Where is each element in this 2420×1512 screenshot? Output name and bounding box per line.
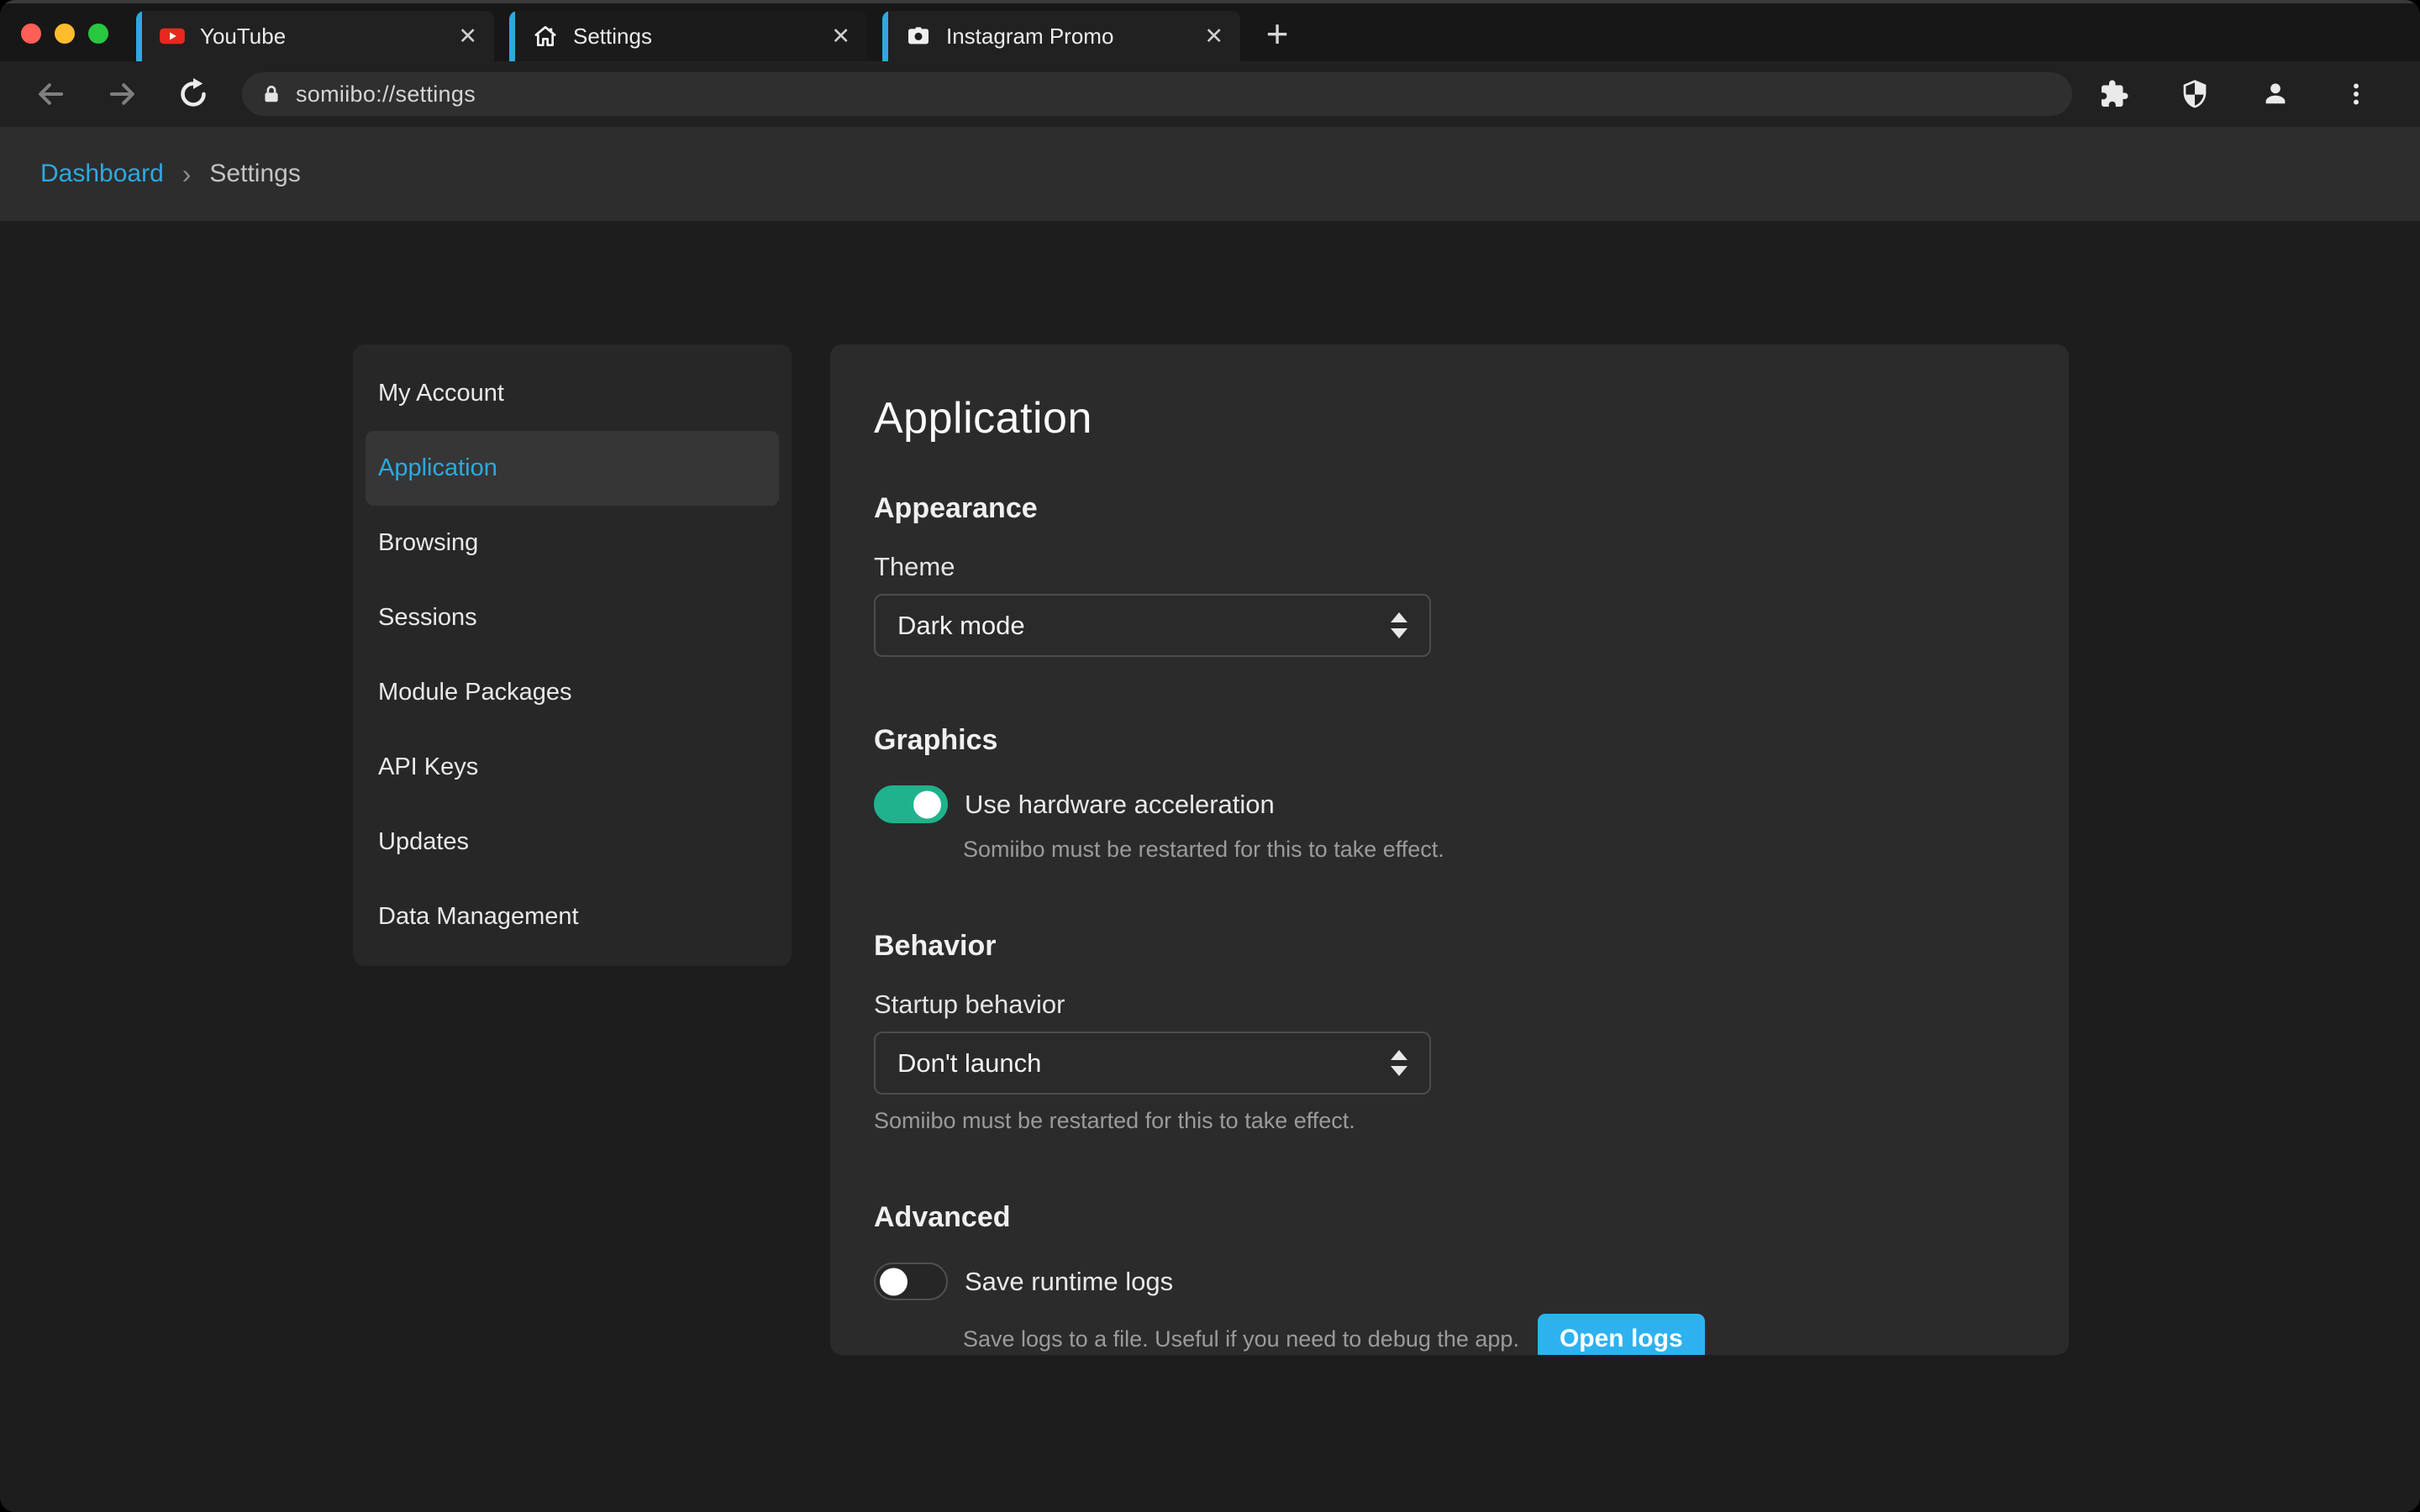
application-settings-card: Application Appearance Theme Dark mode G…: [830, 344, 2069, 1355]
sidebar-item-sessions[interactable]: Sessions: [353, 580, 792, 655]
tab-label: Settings: [573, 24, 831, 50]
tab-label: YouTube: [200, 24, 458, 50]
tab-label: Instagram Promo: [946, 24, 1204, 50]
browser-toolbar: somiibo://settings: [0, 61, 2420, 127]
chevron-right-icon: ›: [182, 159, 192, 190]
startup-behavior-label: Startup behavior: [874, 990, 2025, 1020]
youtube-icon: [158, 22, 187, 50]
behavior-note: Somiibo must be restarted for this to ta…: [874, 1108, 2025, 1134]
zoom-window-button[interactable]: [88, 24, 108, 44]
tab-accent-bar: [882, 11, 888, 61]
breadcrumb: Dashboard › Settings: [0, 127, 2420, 221]
hardware-acceleration-toggle[interactable]: [874, 785, 948, 823]
open-logs-button[interactable]: Open logs: [1538, 1314, 1705, 1355]
theme-select[interactable]: Dark mode: [874, 594, 1431, 657]
close-window-button[interactable]: [21, 24, 41, 44]
select-arrows-icon: [1391, 1050, 1407, 1076]
behavior-heading: Behavior: [874, 930, 2025, 963]
hardware-acceleration-label: Use hardware acceleration: [965, 790, 1275, 820]
close-icon[interactable]: ✕: [831, 24, 850, 50]
profile-icon[interactable]: [2257, 76, 2294, 113]
graphics-note: Somiibo must be restarted for this to ta…: [963, 837, 2025, 863]
save-runtime-logs-label: Save runtime logs: [965, 1267, 1173, 1297]
theme-select-value: Dark mode: [897, 611, 1391, 641]
sidebar-item-my-account[interactable]: My Account: [353, 356, 792, 431]
page-title: Application: [874, 393, 2025, 444]
kebab-menu-icon[interactable]: [2338, 76, 2375, 113]
select-arrows-icon: [1391, 612, 1407, 638]
startup-behavior-select-value: Don't launch: [897, 1048, 1391, 1079]
forward-icon[interactable]: [104, 76, 141, 113]
new-tab-button[interactable]: +: [1255, 11, 1299, 61]
sidebar-item-api-keys[interactable]: API Keys: [353, 730, 792, 805]
tab-instagram-promo[interactable]: Instagram Promo ✕: [882, 11, 1240, 61]
tab-settings[interactable]: Settings ✕: [509, 11, 867, 61]
sidebar-item-updates[interactable]: Updates: [353, 805, 792, 879]
url-bar[interactable]: somiibo://settings: [242, 72, 2072, 116]
appearance-heading: Appearance: [874, 492, 2025, 525]
reload-icon[interactable]: [175, 76, 212, 113]
close-icon[interactable]: ✕: [458, 24, 477, 50]
advanced-heading: Advanced: [874, 1201, 2025, 1234]
sidebar-item-browsing[interactable]: Browsing: [353, 506, 792, 580]
tab-accent-bar: [509, 11, 515, 61]
breadcrumb-current: Settings: [209, 160, 300, 188]
extensions-puzzle-icon[interactable]: [2096, 76, 2133, 113]
url-text: somiibo://settings: [296, 81, 476, 108]
shield-icon[interactable]: [2176, 76, 2213, 113]
traffic-lights: [21, 24, 108, 44]
sidebar-item-data-management[interactable]: Data Management: [353, 879, 792, 954]
advanced-note: Save logs to a file. Useful if you need …: [963, 1326, 1519, 1352]
toggle-knob: [880, 1268, 908, 1295]
minimize-window-button[interactable]: [55, 24, 75, 44]
tab-youtube[interactable]: YouTube ✕: [136, 11, 494, 61]
toggle-knob: [913, 790, 941, 818]
settings-page: My Account Application Browsing Sessions…: [0, 221, 2420, 1512]
camera-icon: [904, 22, 933, 50]
tab-strip: YouTube ✕ Settings ✕ Instagram Promo ✕ +: [0, 0, 2420, 61]
graphics-heading: Graphics: [874, 724, 2025, 757]
close-icon[interactable]: ✕: [1204, 24, 1223, 50]
save-runtime-logs-toggle[interactable]: [874, 1263, 948, 1300]
home-icon: [531, 22, 560, 50]
sidebar-item-module-packages[interactable]: Module Packages: [353, 655, 792, 730]
app-window: YouTube ✕ Settings ✕ Instagram Promo ✕ +: [0, 0, 2420, 1512]
tab-accent-bar: [136, 11, 142, 61]
lock-icon: [260, 83, 282, 105]
breadcrumb-dashboard-link[interactable]: Dashboard: [40, 160, 164, 188]
back-icon[interactable]: [32, 76, 69, 113]
theme-label: Theme: [874, 552, 2025, 582]
settings-sidebar: My Account Application Browsing Sessions…: [353, 344, 792, 966]
sidebar-item-application[interactable]: Application: [366, 431, 779, 506]
startup-behavior-select[interactable]: Don't launch: [874, 1032, 1431, 1095]
